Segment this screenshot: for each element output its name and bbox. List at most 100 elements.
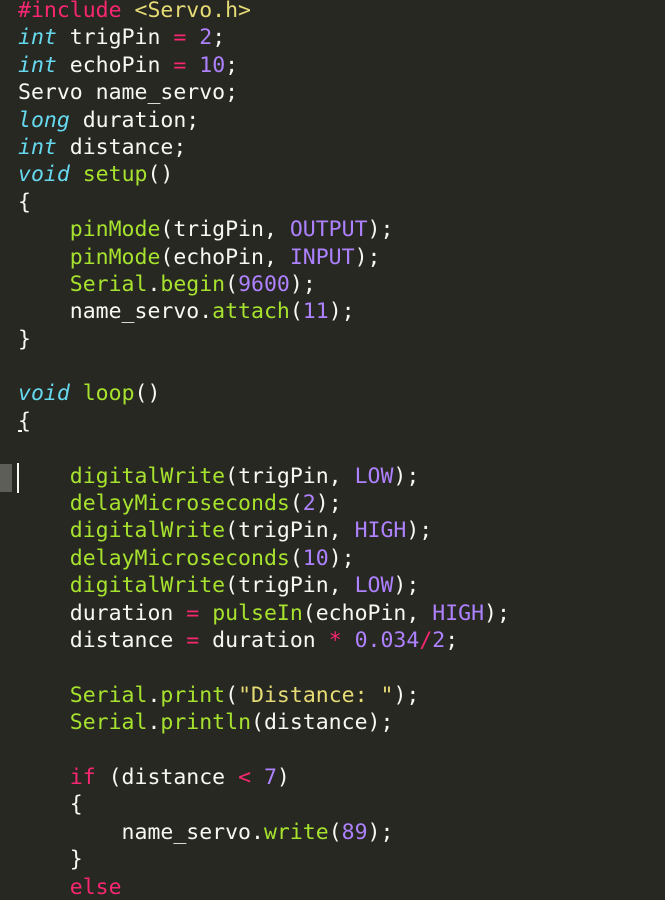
- code-token: =: [173, 52, 187, 78]
- code-line[interactable]: int distance;: [18, 134, 510, 161]
- code-token: LOW: [354, 463, 394, 489]
- code-token: int: [18, 25, 57, 51]
- code-token: (: [225, 682, 239, 708]
- current-line-marker: [0, 464, 12, 492]
- code-token: 10: [199, 52, 226, 78]
- code-token: else: [69, 874, 122, 900]
- code-token: (trigPin,: [160, 217, 290, 243]
- code-line[interactable]: ​: [18, 737, 510, 764]
- code-line[interactable]: long duration;: [18, 107, 510, 134]
- code-token: duration;: [69, 107, 200, 133]
- code-token: (echoPin,: [302, 600, 433, 626]
- code-line[interactable]: ​: [18, 435, 510, 462]
- code-token: );: [393, 463, 420, 489]
- code-line[interactable]: Servo name_servo;: [18, 79, 510, 106]
- code-line[interactable]: else: [18, 874, 510, 900]
- code-line[interactable]: Serial.begin(9600);: [18, 271, 510, 298]
- code-token: (: [289, 299, 303, 325]
- code-token: Serial: [69, 682, 148, 708]
- code-token: );: [393, 682, 420, 708]
- code-line[interactable]: ​: [18, 654, 510, 681]
- code-token: INPUT: [289, 244, 355, 270]
- code-token: if: [69, 764, 96, 790]
- code-token: ;: [445, 627, 459, 653]
- code-line[interactable]: duration = pulseIn(echoPin, HIGH);: [18, 600, 510, 627]
- code-token: println: [160, 710, 252, 736]
- code-token: OUTPUT: [289, 217, 368, 243]
- code-line[interactable]: #include <Servo.h>: [18, 0, 510, 24]
- code-token: <Servo.h>: [134, 0, 252, 23]
- code-line[interactable]: name_servo.attach(11);: [18, 298, 510, 325]
- code-token: =: [186, 627, 200, 653]
- code-token: name_servo.: [18, 299, 213, 325]
- code-token: pulseIn: [212, 600, 303, 626]
- code-text-area[interactable]: #include <Servo.h> int trigPin = 2; int ec…: [18, 0, 510, 900]
- code-line[interactable]: }: [18, 846, 510, 873]
- code-line[interactable]: }: [18, 326, 510, 353]
- code-token: Serial: [69, 710, 148, 736]
- code-token: );: [328, 545, 355, 571]
- code-token: begin: [160, 271, 226, 297]
- code-line[interactable]: {: [18, 791, 510, 818]
- code-token: trigPin: [56, 25, 174, 51]
- code-token: "Distance: ": [238, 682, 394, 708]
- code-token: );: [406, 518, 433, 544]
- code-token: write: [263, 819, 329, 845]
- code-token: loop: [82, 381, 135, 407]
- code-token: ): [276, 764, 290, 790]
- code-line[interactable]: digitalWrite(trigPin, LOW);: [18, 463, 510, 490]
- code-token: 0.034: [354, 627, 420, 653]
- code-token: echoPin: [56, 52, 174, 78]
- code-token: long: [18, 107, 70, 133]
- code-token: =: [173, 25, 187, 51]
- code-line[interactable]: digitalWrite(trigPin, LOW);: [18, 572, 510, 599]
- code-line[interactable]: int trigPin = 2;: [18, 24, 510, 51]
- code-token: (trigPin,: [225, 573, 355, 599]
- code-token: );: [328, 299, 355, 325]
- code-line[interactable]: pinMode(trigPin, OUTPUT);: [18, 216, 510, 243]
- code-editor[interactable]: #include <Servo.h> int trigPin = 2; int ec…: [0, 0, 665, 900]
- code-token: {: [18, 189, 31, 215]
- code-line[interactable]: delayMicroseconds(10);: [18, 545, 510, 572]
- code-line[interactable]: delayMicroseconds(2);: [18, 490, 510, 517]
- code-line[interactable]: {: [18, 189, 510, 216]
- code-token: pinMode: [69, 244, 161, 270]
- code-token: (trigPin,: [225, 463, 355, 489]
- code-line[interactable]: if (distance < 7): [18, 764, 510, 791]
- code-line[interactable]: Serial.println(distance);: [18, 709, 510, 736]
- code-token: *: [328, 627, 342, 653]
- code-token: delayMicroseconds: [69, 491, 290, 517]
- code-line[interactable]: ​: [18, 353, 510, 380]
- code-token: );: [289, 271, 316, 297]
- code-token: 9600: [238, 271, 290, 297]
- code-line[interactable]: int echoPin = 10;: [18, 52, 510, 79]
- code-token: #include: [18, 0, 135, 23]
- code-line[interactable]: name_servo.write(89);: [18, 819, 510, 846]
- code-line[interactable]: pinMode(echoPin, INPUT);: [18, 244, 510, 271]
- code-token: name_servo.: [18, 819, 264, 845]
- code-token: (: [289, 545, 303, 571]
- code-token: HIGH: [354, 518, 407, 544]
- code-token: duration: [199, 627, 329, 653]
- code-line[interactable]: {: [18, 408, 510, 435]
- code-token: void: [18, 162, 70, 188]
- code-line[interactable]: distance = duration * 0.034/2;: [18, 627, 510, 654]
- code-token: (distance);: [251, 710, 394, 736]
- code-line[interactable]: Serial.print("Distance: ");: [18, 682, 510, 709]
- code-line[interactable]: void setup(): [18, 161, 510, 188]
- code-line[interactable]: void loop(): [18, 380, 510, 407]
- code-token: 89: [341, 819, 368, 845]
- code-token: );: [484, 600, 510, 626]
- code-line[interactable]: digitalWrite(trigPin, HIGH);: [18, 517, 510, 544]
- code-token: );: [315, 491, 342, 517]
